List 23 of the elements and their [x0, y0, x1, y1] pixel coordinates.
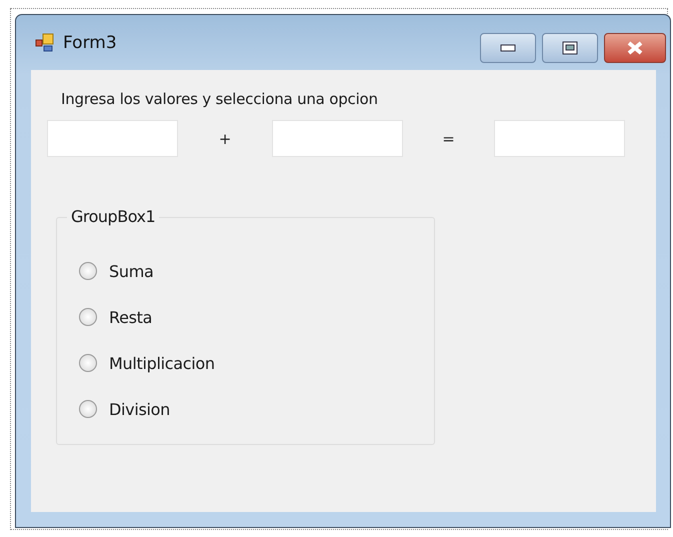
- radio-label: Division: [109, 400, 170, 418]
- minimize-icon: [500, 44, 516, 52]
- number-field[interactable]: [272, 120, 403, 157]
- instruction-label: Ingresa los valores y selecciona una opcion: [61, 90, 379, 108]
- radio-button[interactable]: [79, 308, 97, 326]
- operator-label: =: [441, 130, 456, 148]
- close-icon: [626, 41, 644, 55]
- maximize-icon: [562, 41, 578, 55]
- radio-button[interactable]: [79, 354, 97, 372]
- minimize-button[interactable]: [480, 33, 536, 63]
- radio-button[interactable]: [79, 400, 97, 418]
- number-field[interactable]: [494, 120, 625, 157]
- maximize-button[interactable]: [542, 33, 598, 63]
- radio-label: Multiplicacion: [109, 354, 215, 372]
- window-title: Form3: [63, 32, 118, 52]
- radio-button[interactable]: [79, 262, 97, 280]
- close-button[interactable]: [604, 33, 666, 63]
- group-box-title: GroupBox1: [67, 207, 160, 226]
- radio-label: Resta: [109, 308, 152, 326]
- operator-label: +: [218, 130, 232, 148]
- app-icon: [35, 32, 55, 52]
- radio-label: Suma: [109, 262, 154, 280]
- number-field[interactable]: [47, 120, 178, 157]
